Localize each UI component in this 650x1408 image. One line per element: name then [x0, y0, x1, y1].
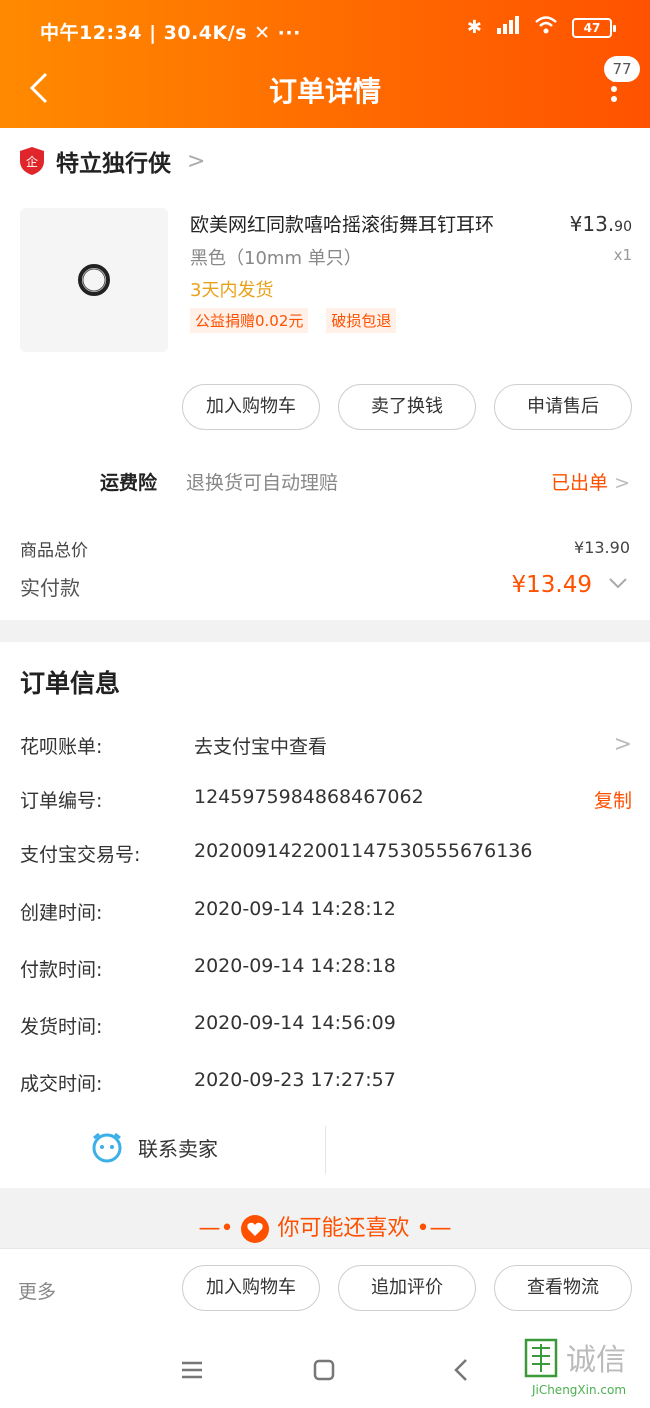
- contact-seller-label: 联系卖家: [138, 1136, 218, 1161]
- contact-seller-button[interactable]: 联系卖家: [90, 1130, 218, 1164]
- order-action-buttons: 加入购物车 卖了换钱 申请售后: [182, 384, 632, 430]
- heart-icon: [241, 1215, 270, 1243]
- system-nav-bar: 诚信 JiChengXin.com: [0, 1330, 650, 1408]
- info-key: 发货时间:: [20, 1016, 103, 1038]
- goods-total-label: 商品总价: [20, 541, 88, 561]
- insurance-desc: 退换货可自动理赔: [186, 472, 339, 494]
- info-value: 2020091422001147530555676136: [194, 840, 533, 862]
- product-name[interactable]: 欧美网红同款嘻哈摇滚街舞耳钉耳环: [190, 210, 494, 237]
- info-key: 订单编号:: [20, 790, 103, 812]
- signal-icon: [496, 16, 520, 39]
- recommend-line-left: —•: [198, 1216, 234, 1241]
- view-logistics-button[interactable]: 查看物流: [494, 1265, 632, 1311]
- tag-damage-return: 破损包退: [326, 308, 397, 333]
- triangle-back-icon: [454, 1359, 467, 1381]
- watermark-text: 诚信: [566, 1343, 626, 1378]
- add-to-cart-button[interactable]: 加入购物车: [182, 384, 320, 430]
- status-bar: 中午12:34 | 30.4K/s ✕ ··· ✱ 47: [0, 0, 650, 60]
- chevron-down-icon: [609, 578, 627, 589]
- info-value: 2020-09-14 14:56:09: [194, 1012, 396, 1034]
- shop-name: 特立独行侠: [56, 151, 171, 177]
- square-home-icon: [313, 1359, 335, 1381]
- wifi-icon: [534, 16, 558, 39]
- product-sku: 黑色（10mm 单只）: [190, 248, 362, 269]
- more-dot-icon: [611, 96, 617, 102]
- bluetooth-icon: ✱: [466, 17, 482, 38]
- info-key: 花呗账单:: [20, 736, 103, 758]
- recommend-line-right: •—: [416, 1216, 452, 1241]
- add-to-cart-button[interactable]: 加入购物车: [182, 1265, 320, 1311]
- info-value: 去支付宝中查看: [194, 736, 328, 758]
- price-main: ¥13.: [569, 212, 615, 236]
- info-key: 付款时间:: [20, 959, 103, 981]
- copy-order-number-button[interactable]: 复制: [594, 786, 632, 813]
- paid-cents: 49: [562, 572, 592, 598]
- watermark-url: JiChengXin.com: [531, 1383, 626, 1397]
- insurance-status: 已出单 >: [551, 468, 630, 495]
- earring-image-icon: [78, 264, 110, 296]
- recommend-header: —• 你可能还喜欢 •—: [0, 1210, 650, 1246]
- chevron-right-icon: >: [613, 732, 632, 757]
- product-price: ¥13.90: [570, 212, 632, 236]
- paid-label: 实付款: [20, 576, 80, 600]
- wangwang-chat-icon: [92, 1132, 122, 1163]
- info-key: 支付宝交易号:: [20, 844, 141, 866]
- info-key: 成交时间:: [20, 1073, 103, 1095]
- recent-apps-button[interactable]: [174, 1352, 210, 1388]
- insurance-label: 运费险: [100, 472, 158, 494]
- more-dot-icon: [611, 86, 617, 92]
- bottom-buttons: 加入购物车 追加评价 查看物流: [182, 1265, 632, 1311]
- status-icons: ✱ 47: [466, 16, 616, 39]
- after-sales-button[interactable]: 申请售后: [494, 384, 632, 430]
- chevron-right-icon: >: [614, 472, 630, 494]
- shipping-note: 3天内发货: [190, 280, 274, 301]
- order-info-card: 订单信息 花呗账单: 去支付宝中查看 > 订单编号: 1245975984868…: [0, 642, 650, 1188]
- order-card: 企 特立独行侠 > 欧美网红同款嘻哈摇滚街舞耳钉耳环 ¥13.90 黑色（10m…: [0, 128, 650, 620]
- chevron-right-icon: >: [187, 148, 206, 174]
- shop-shield-icon: 企: [20, 147, 44, 175]
- watermark-logo: 诚信 JiChengXin.com: [524, 1336, 634, 1402]
- info-key: 创建时间:: [20, 902, 103, 924]
- battery-icon: 47: [572, 17, 616, 38]
- product-tags: 公益捐赠0.02元 破损包退: [190, 308, 397, 333]
- home-button[interactable]: [306, 1352, 342, 1388]
- tag-charity: 公益捐赠0.02元: [190, 308, 309, 333]
- price-cents: 90: [614, 219, 632, 235]
- goods-total-value: ¥13.90: [574, 538, 630, 557]
- page-title: 订单详情: [268, 75, 381, 108]
- product-quantity: x1: [613, 246, 632, 264]
- resell-button[interactable]: 卖了换钱: [338, 384, 476, 430]
- order-info-title: 订单信息: [20, 669, 121, 698]
- order-number-value: 1245975984868467062: [194, 786, 424, 808]
- product-thumbnail[interactable]: [20, 208, 168, 352]
- shop-link[interactable]: 企 特立独行侠 >: [18, 144, 205, 178]
- svg-text:企: 企: [26, 154, 38, 169]
- info-value: 2020-09-14 14:28:12: [194, 898, 396, 920]
- expand-totals-button[interactable]: [608, 574, 628, 595]
- bottom-action-bar: 更多 加入购物车 追加评价 查看物流: [0, 1248, 650, 1330]
- add-review-button[interactable]: 追加评价: [338, 1265, 476, 1311]
- system-back-button[interactable]: [444, 1352, 480, 1388]
- recommend-title: 你可能还喜欢: [277, 1216, 410, 1241]
- divider: [325, 1126, 326, 1174]
- menu-lines-icon: [182, 1361, 202, 1379]
- more-dot-icon: [611, 76, 617, 82]
- shipping-insurance-row[interactable]: 运费险 退换货可自动理赔 已出单 >: [100, 468, 640, 495]
- insurance-status-text: 已出单: [551, 472, 609, 494]
- status-time-speed: 中午12:34 | 30.4K/s ✕ ···: [40, 22, 301, 44]
- more-button[interactable]: 更多: [18, 1277, 56, 1304]
- paid-main: ¥13.: [511, 572, 563, 598]
- header-bar: 中午12:34 | 30.4K/s ✕ ··· ✱ 47 订单详情 77: [0, 0, 650, 128]
- paid-amount: ¥13.49: [512, 572, 593, 598]
- jichengxin-logo-icon: 诚信 JiChengXin.com: [524, 1338, 626, 1397]
- more-menu-button[interactable]: [602, 72, 626, 112]
- info-value: 2020-09-23 17:27:57: [194, 1069, 396, 1091]
- info-value: 2020-09-14 14:28:18: [194, 955, 396, 977]
